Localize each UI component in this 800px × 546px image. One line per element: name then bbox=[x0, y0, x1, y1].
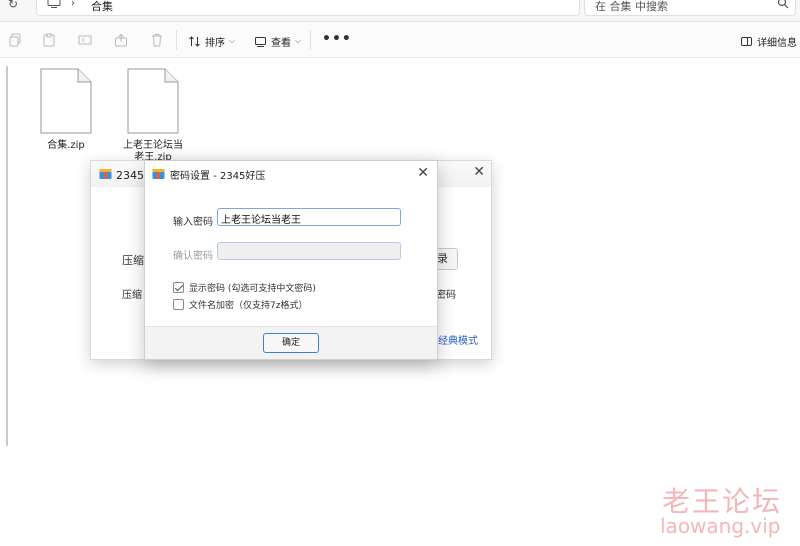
ok-button[interactable]: 确定 bbox=[263, 333, 319, 353]
details-pane-label: 详细信息 bbox=[757, 37, 797, 49]
password-dialog-title: 密码设置 - 2345好压 bbox=[170, 171, 266, 182]
file-item[interactable]: 合集.zip bbox=[26, 68, 106, 152]
command-bar: 排序 ⌵ 查看 ⌵ ••• 详细信息 bbox=[0, 22, 800, 58]
enter-password-input[interactable]: 上老王论坛当老王 bbox=[217, 208, 401, 226]
compress-row-label: 压缩 bbox=[122, 290, 142, 301]
close-icon[interactable]: ✕ bbox=[417, 165, 429, 181]
rename-icon[interactable] bbox=[78, 33, 92, 47]
compress-row-label: 压缩 bbox=[122, 254, 144, 267]
toolbar-divider bbox=[310, 30, 311, 50]
encrypt-filename-checkbox[interactable] bbox=[173, 299, 184, 310]
share-icon[interactable] bbox=[114, 33, 128, 47]
delete-icon[interactable] bbox=[150, 33, 164, 47]
password-settings-dialog: 密码设置 - 2345好压 ✕ 输入密码 上老王论坛当老王 确认密码 显示密码 … bbox=[144, 160, 438, 360]
browse-button-label: 录 bbox=[437, 252, 448, 265]
breadcrumb-current-folder[interactable]: 合集 bbox=[91, 0, 113, 14]
copy-icon[interactable] bbox=[8, 33, 22, 47]
file-name: 合集.zip bbox=[47, 140, 85, 151]
confirm-password-label: 确认密码 bbox=[173, 251, 213, 262]
paste-icon[interactable] bbox=[42, 33, 56, 47]
details-pane-button[interactable]: 详细信息 bbox=[740, 32, 797, 50]
show-password-checkbox[interactable] bbox=[173, 282, 184, 293]
address-field[interactable]: › 合集 bbox=[36, 0, 580, 16]
haozip-app-icon bbox=[99, 169, 112, 179]
toolbar-divider bbox=[176, 30, 177, 50]
view-button[interactable]: 查看 ⌵ bbox=[254, 32, 301, 50]
search-icon bbox=[777, 0, 789, 9]
sort-icon bbox=[189, 35, 200, 47]
chevron-down-icon: ⌵ bbox=[295, 36, 302, 45]
password-dialog-titlebar: 密码设置 - 2345好压 ✕ bbox=[145, 161, 437, 187]
haozip-app-icon bbox=[152, 169, 165, 179]
chevron-right-icon: › bbox=[71, 0, 75, 9]
confirm-password-input[interactable] bbox=[217, 242, 401, 260]
more-options-icon[interactable]: ••• bbox=[322, 32, 352, 46]
view-icon bbox=[255, 36, 266, 47]
search-placeholder: 在 合集 中搜索 bbox=[595, 0, 668, 13]
enter-password-label: 输入密码 bbox=[173, 217, 213, 228]
chevron-down-icon: ⌵ bbox=[229, 36, 236, 45]
password-dialog-footer: 确定 bbox=[145, 326, 437, 359]
file-icon bbox=[40, 68, 92, 134]
refresh-icon[interactable]: ↻ bbox=[8, 0, 22, 11]
address-bar: ↻ › 合集 在 合集 中搜索 bbox=[0, 0, 800, 22]
sort-label: 排序 bbox=[205, 37, 225, 49]
encrypt-filename-label: 文件名加密（仅支持7z格式） bbox=[189, 301, 308, 311]
classic-mode-link[interactable]: 经典模式 bbox=[438, 332, 478, 347]
computer-icon bbox=[47, 0, 61, 8]
show-password-label: 显示密码 (勾选可支持中文密码) bbox=[189, 284, 316, 294]
file-icon bbox=[127, 68, 179, 134]
sort-button[interactable]: 排序 ⌵ bbox=[188, 32, 235, 50]
file-item[interactable]: 上老王论坛当老王.zip bbox=[113, 68, 193, 164]
close-icon[interactable]: ✕ bbox=[473, 164, 485, 180]
password-fragment-label: 密码 bbox=[436, 290, 456, 301]
vertical-scrollbar[interactable] bbox=[6, 66, 8, 446]
view-label: 查看 bbox=[271, 37, 291, 49]
encrypt-filename-option[interactable]: 文件名加密（仅支持7z格式） bbox=[173, 298, 307, 311]
search-input[interactable]: 在 合集 中搜索 bbox=[584, 0, 796, 16]
details-pane-icon bbox=[741, 36, 752, 46]
show-password-option[interactable]: 显示密码 (勾选可支持中文密码) bbox=[173, 281, 316, 294]
watermark-text-en: laowang.vip bbox=[660, 514, 781, 538]
